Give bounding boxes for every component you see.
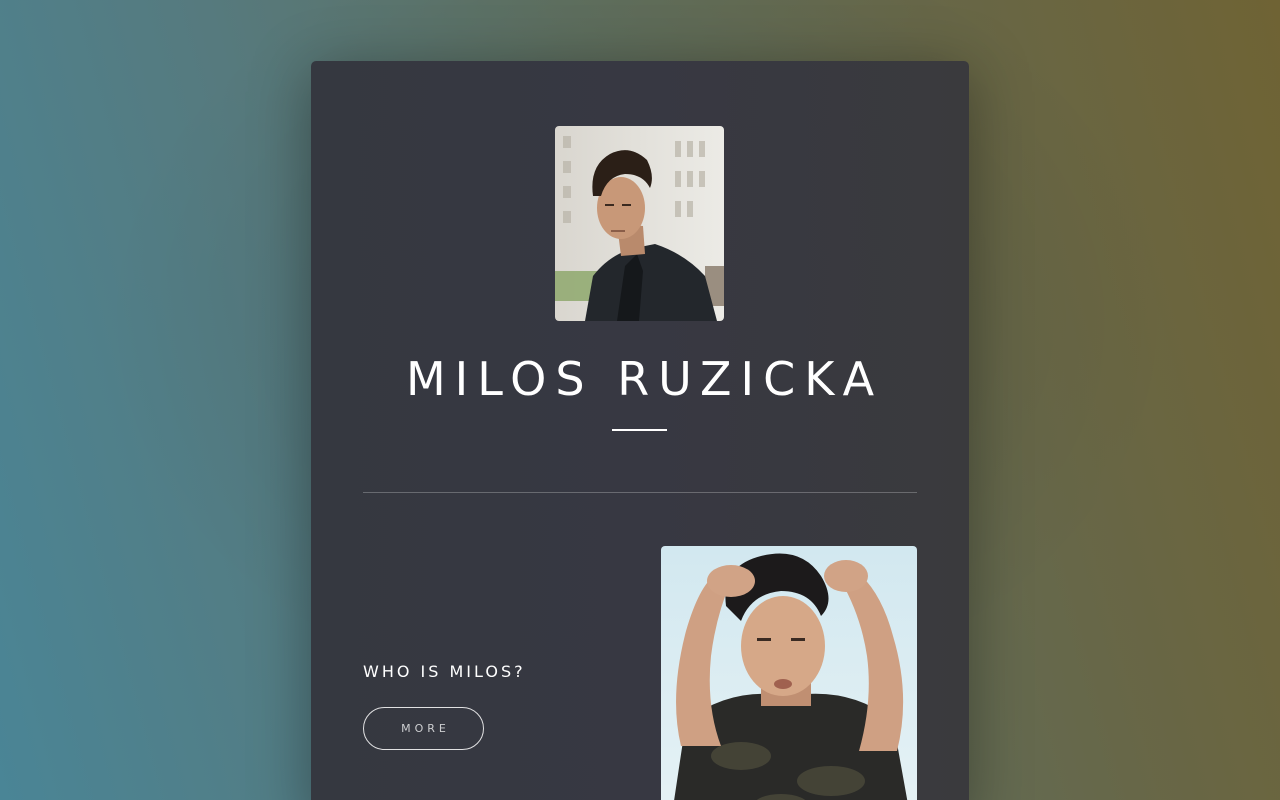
profile-name: MILOS RUZICKA — [405, 352, 884, 406]
name-underline — [612, 429, 667, 431]
about-photo — [661, 546, 917, 800]
avatar-photo — [555, 126, 724, 321]
more-button[interactable]: MORE — [363, 707, 484, 750]
about-heading: WHO IS MILOS? — [363, 662, 526, 681]
profile-card: MILOS RUZICKA WHO IS MILOS? MORE — [311, 61, 969, 800]
section-divider — [363, 492, 917, 493]
avatar — [555, 126, 724, 321]
about-photo-image — [661, 546, 917, 800]
